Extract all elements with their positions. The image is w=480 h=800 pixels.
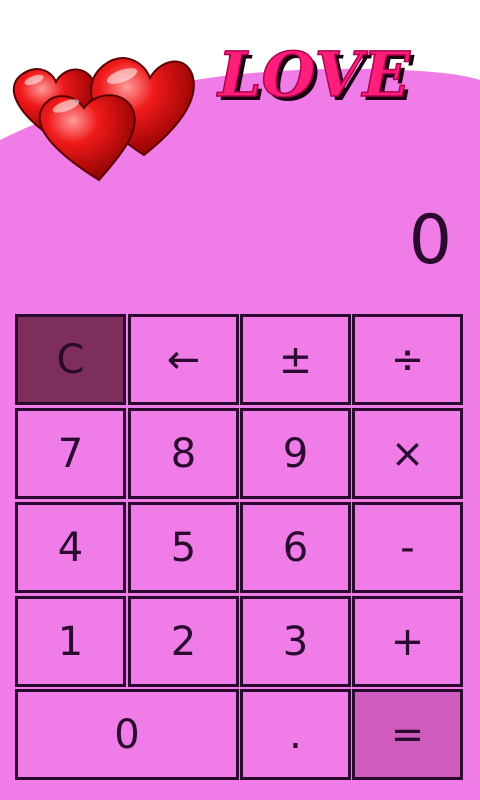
plus-button[interactable]: +: [352, 596, 463, 687]
decimal-button[interactable]: .: [240, 689, 351, 780]
plus-minus-button[interactable]: ±: [240, 314, 351, 405]
divide-button[interactable]: ÷: [352, 314, 463, 405]
digit-9-button[interactable]: 9: [240, 408, 351, 499]
digit-1-button[interactable]: 1: [15, 596, 126, 687]
digit-0-button[interactable]: 0: [15, 689, 239, 780]
hearts-icon: [12, 57, 195, 182]
digit-5-button[interactable]: 5: [128, 502, 239, 593]
love-logo: LOVE LOVE: [215, 37, 414, 112]
digit-7-button[interactable]: 7: [15, 408, 126, 499]
digit-6-button[interactable]: 6: [240, 502, 351, 593]
calculator-display: 0: [408, 201, 452, 280]
digit-8-button[interactable]: 8: [128, 408, 239, 499]
multiply-button[interactable]: ×: [352, 408, 463, 499]
digit-3-button[interactable]: 3: [240, 596, 351, 687]
keypad: C ← ± ÷ 7 8 9 × 4 5 6 - 1 2 3 + 0 . =: [15, 314, 463, 780]
minus-button[interactable]: -: [352, 502, 463, 593]
digit-2-button[interactable]: 2: [128, 596, 239, 687]
digit-4-button[interactable]: 4: [15, 502, 126, 593]
clear-button[interactable]: C: [15, 314, 126, 405]
equals-button[interactable]: =: [352, 689, 463, 780]
svg-text:LOVE: LOVE: [216, 38, 411, 111]
backspace-button[interactable]: ←: [128, 314, 239, 405]
